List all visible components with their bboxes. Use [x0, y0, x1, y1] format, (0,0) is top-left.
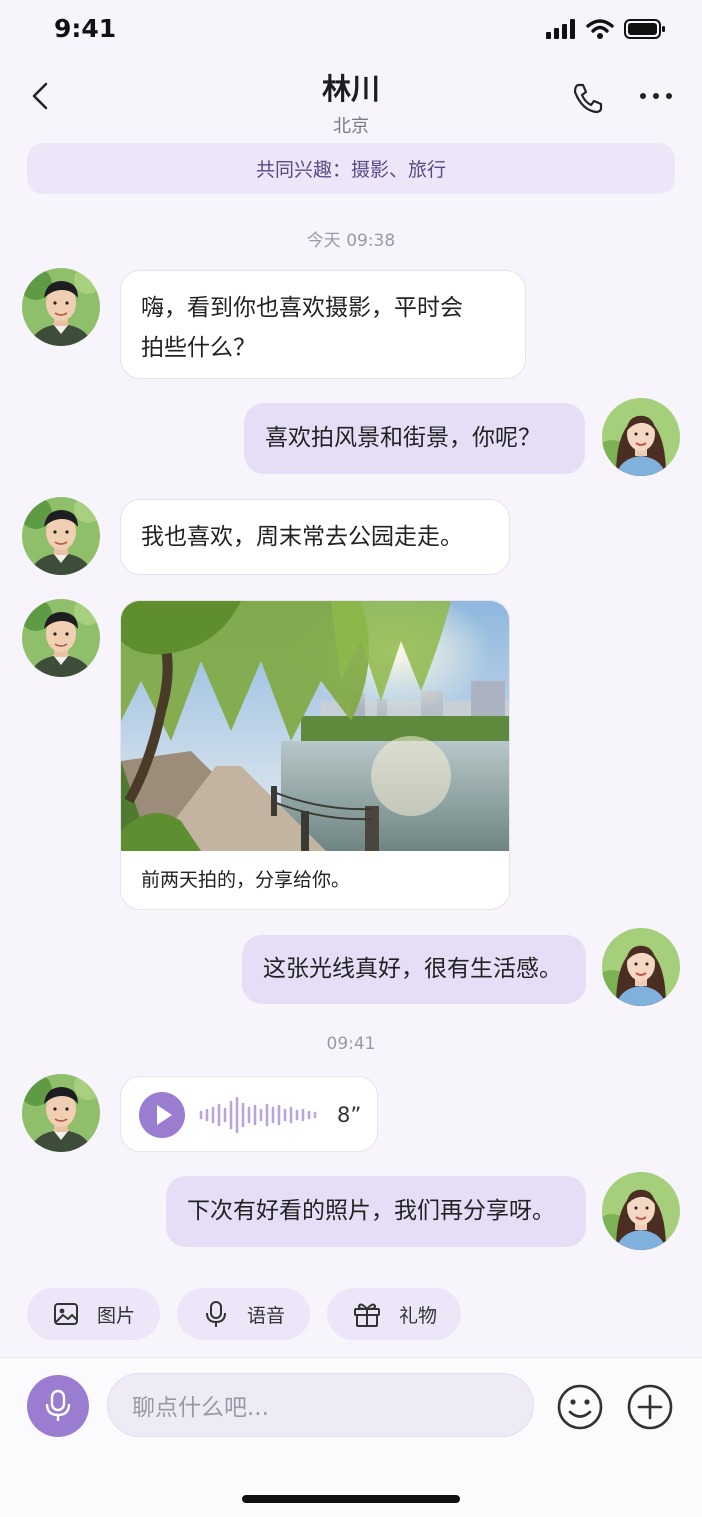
microphone-icon [45, 1389, 71, 1421]
home-indicator[interactable] [242, 1495, 460, 1503]
contact-avatar[interactable] [22, 599, 100, 677]
image-icon [54, 1303, 78, 1325]
message-text: 下次有好看的照片，我们再分享呀。 [187, 1198, 555, 1224]
my-avatar[interactable] [602, 1172, 680, 1250]
message-bubble-outgoing: 这张光线真好，很有生活感。 [242, 935, 586, 1004]
message-text: 我也喜欢，周末常去公园走走。 [141, 524, 463, 550]
play-icon[interactable] [139, 1092, 185, 1138]
quick-action-label: 礼物 [399, 1304, 438, 1327]
status-icons [546, 18, 666, 40]
microphone-icon [206, 1301, 226, 1327]
more-dots-icon[interactable] [638, 86, 674, 106]
gift-icon [354, 1303, 380, 1327]
photo-message[interactable]: 前两天拍的，分享给你。 [120, 600, 510, 910]
shared-photo[interactable] [121, 601, 510, 851]
message-bubble-incoming: 嗨，看到你也喜欢摄影，平时会 拍些什么？ [120, 270, 526, 379]
message-text: 拍些什么？ [141, 335, 256, 361]
quick-action-gift[interactable]: 礼物 [327, 1288, 461, 1340]
battery-icon [624, 19, 665, 39]
timestamp: 09:41 [326, 1034, 376, 1054]
message-input[interactable]: 聊点什么吧... [107, 1373, 534, 1437]
timestamp: 今天 09:38 [306, 231, 396, 251]
message-text: 喜欢拍风景和街景，你呢？ [265, 425, 541, 451]
contact-avatar[interactable] [22, 1074, 100, 1152]
quick-action-image[interactable]: 图片 [27, 1288, 160, 1340]
phone-icon[interactable] [570, 80, 606, 116]
my-avatar[interactable] [602, 398, 680, 476]
contact-avatar[interactable] [22, 268, 100, 346]
contact-avatar[interactable] [22, 497, 100, 575]
message-text: 嗨，看到你也喜欢摄影，平时会 [141, 295, 463, 321]
waveform-icon [199, 1097, 317, 1133]
status-time: 9:41 [54, 14, 117, 43]
emoji-icon[interactable] [556, 1383, 604, 1431]
message-bubble-outgoing: 下次有好看的照片，我们再分享呀。 [166, 1176, 586, 1247]
voice-message[interactable]: 8” [120, 1076, 378, 1152]
voice-input-button[interactable] [27, 1375, 89, 1437]
cellular-signal-icon [546, 19, 575, 39]
voice-duration: 8” [337, 1103, 362, 1127]
message-text: 这张光线真好，很有生活感。 [263, 956, 562, 982]
wifi-icon [586, 19, 614, 39]
quick-action-label: 语音 [247, 1304, 286, 1327]
plus-circle-icon[interactable] [626, 1383, 674, 1431]
message-bubble-outgoing: 喜欢拍风景和街景，你呢？ [244, 403, 585, 474]
photo-caption: 前两天拍的，分享给你。 [141, 869, 351, 891]
message-bubble-incoming: 我也喜欢，周末常去公园走走。 [120, 499, 510, 575]
shared-interests-banner: 共同兴趣：摄影、旅行 [27, 143, 675, 194]
quick-action-voice[interactable]: 语音 [177, 1288, 310, 1340]
quick-action-label: 图片 [97, 1304, 136, 1327]
my-avatar[interactable] [602, 928, 680, 1006]
